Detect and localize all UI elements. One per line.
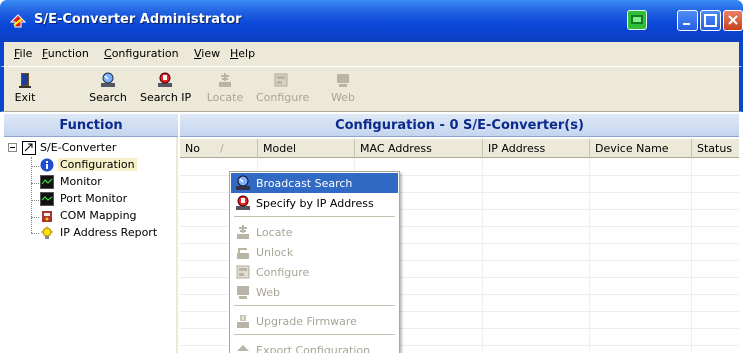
ip-report-icon [41, 226, 53, 239]
menu-item-specify-ip[interactable]: Specify by IP Address [231, 193, 398, 213]
window-title: S/E-Converter Administrator [34, 12, 242, 27]
title-bar[interactable]: S/E-Converter Administrator [0, 0, 743, 42]
menu-bar: File Function Configuration View Help [0, 42, 743, 66]
column-ip-address[interactable]: IP Address [483, 139, 590, 158]
configuration-pane-header: Configuration - 0 S/E-Converter(s) [180, 113, 739, 137]
configure-icon [236, 265, 250, 279]
tree-root-label: S/E-Converter [40, 141, 117, 154]
search-ip-icon [158, 72, 172, 87]
menu-separator [234, 216, 395, 217]
tree-connector [31, 183, 39, 184]
export-config-icon [237, 345, 249, 351]
configure-icon [274, 73, 288, 87]
exit-button[interactable]: Exit [10, 70, 40, 110]
tree-connector [31, 157, 32, 233]
configure-button[interactable]: Configure [256, 70, 309, 110]
port-monitor-icon [40, 192, 54, 206]
menu-item-configure[interactable]: Configure [231, 262, 398, 282]
specify-ip-icon [236, 195, 250, 210]
column-mac-address[interactable]: MAC Address [355, 139, 483, 158]
grid-line [691, 158, 692, 353]
locate-icon [237, 225, 249, 239]
menu-help[interactable]: Help [230, 47, 255, 60]
upgrade-firmware-icon [237, 315, 249, 328]
tree-item-com-mapping[interactable]: COM Mapping [40, 208, 170, 225]
tree-connector [31, 217, 39, 218]
com-mapping-icon [42, 211, 52, 222]
web-icon [237, 286, 249, 299]
exit-icon [19, 73, 31, 88]
menu-view[interactable]: View [194, 47, 220, 60]
collapse-icon[interactable] [8, 143, 17, 152]
menu-file[interactable]: File [14, 47, 32, 60]
toolbar: Exit Search Search IP Locate Configure W… [0, 66, 743, 112]
tree-connector [31, 200, 39, 201]
tree-root[interactable]: S/E-Converter [8, 140, 168, 157]
tree-connector [31, 233, 39, 234]
tree-connector [31, 166, 39, 167]
menu-item-export-configuration[interactable]: Export Configuration [231, 340, 398, 353]
broadcast-search-icon [236, 175, 250, 190]
tree-item-monitor[interactable]: Monitor [40, 174, 170, 191]
column-no[interactable]: No / [180, 139, 258, 158]
app-logo-icon [10, 14, 26, 28]
menu-separator [234, 334, 395, 335]
monitor-icon [40, 175, 54, 189]
column-device-name[interactable]: Device Name [590, 139, 692, 158]
maximize-button[interactable] [700, 10, 721, 31]
menu-configuration[interactable]: Configuration [104, 47, 179, 60]
search-ip-button[interactable]: Search IP [140, 70, 191, 110]
minimize-button[interactable] [677, 10, 698, 31]
web-button[interactable]: Web [328, 70, 358, 110]
menu-item-locate[interactable]: Locate [231, 222, 398, 242]
grid-line [589, 158, 590, 353]
tree-item-configuration[interactable]: Configuration [40, 157, 170, 174]
tree-item-port-monitor[interactable]: Port Monitor [40, 191, 170, 208]
converter-icon [22, 141, 36, 155]
locate-icon [219, 73, 231, 87]
web-icon [337, 74, 349, 87]
tray-icon[interactable] [627, 10, 647, 30]
menu-function[interactable]: Function [42, 47, 89, 60]
function-pane: Function S/E-Converter Configuration Mon… [4, 113, 178, 353]
search-icon [101, 72, 115, 87]
sort-indicator-icon: / [220, 142, 224, 155]
grid-line [482, 158, 483, 353]
tree-item-ip-address-report[interactable]: IP Address Report [40, 225, 180, 242]
search-button[interactable]: Search [88, 70, 128, 110]
function-pane-header: Function [4, 113, 178, 137]
device-list-header: No / Model MAC Address IP Address Device… [180, 139, 739, 158]
menu-item-web[interactable]: Web [231, 282, 398, 302]
unlock-icon [237, 248, 249, 259]
close-button[interactable] [723, 10, 743, 31]
context-menu: Broadcast Search Specify by IP Address L… [229, 171, 400, 353]
column-model[interactable]: Model [258, 139, 355, 158]
column-status[interactable]: Status [692, 139, 739, 158]
menu-item-broadcast-search[interactable]: Broadcast Search [231, 173, 398, 193]
menu-item-upgrade-firmware[interactable]: Upgrade Firmware [231, 311, 398, 331]
info-icon [40, 158, 54, 172]
menu-separator [234, 305, 395, 306]
locate-button[interactable]: Locate [205, 70, 245, 110]
menu-item-unlock[interactable]: Unlock [231, 242, 398, 262]
